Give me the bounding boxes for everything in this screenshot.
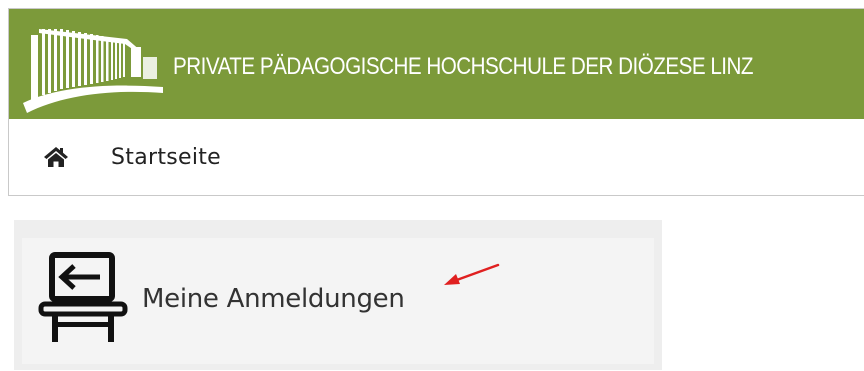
home-link-label: Startseite bbox=[111, 144, 222, 170]
lectern-arrow-left-icon bbox=[38, 252, 128, 342]
home-link[interactable]: Startseite bbox=[43, 141, 221, 173]
page-header-frame: PRIVATE PÄDAGOGISCHE HOCHSCHULE DER DIÖZ… bbox=[8, 8, 864, 196]
red-arrow-annotation bbox=[444, 263, 500, 285]
building-logo[interactable] bbox=[17, 17, 167, 117]
header-banner: PRIVATE PÄDAGOGISCHE HOCHSCHULE DER DIÖZ… bbox=[9, 9, 864, 119]
meine-anmeldungen-tile[interactable]: Meine Anmeldungen bbox=[22, 238, 654, 364]
meine-anmeldungen-label: Meine Anmeldungen bbox=[142, 284, 405, 314]
home-icon bbox=[44, 147, 68, 167]
breadcrumb-bar: Startseite bbox=[9, 119, 864, 195]
school-name: PRIVATE PÄDAGOGISCHE HOCHSCHULE DER DIÖZ… bbox=[173, 53, 754, 80]
dashboard-panel: Meine Anmeldungen bbox=[14, 220, 662, 370]
